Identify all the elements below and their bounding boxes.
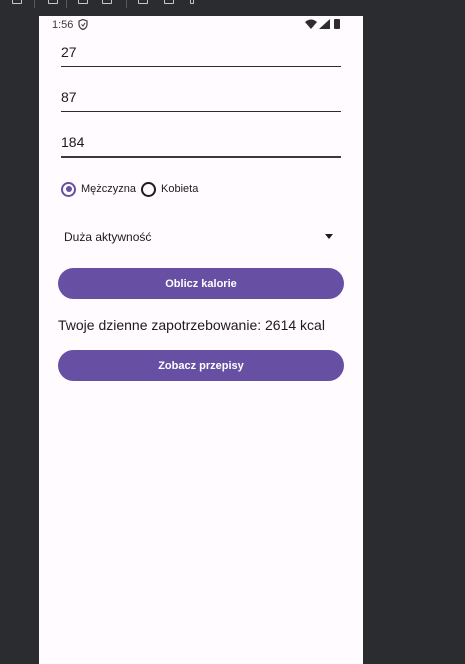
emulator-toolbar (0, 0, 465, 10)
age-input[interactable] (61, 44, 341, 60)
toolbar-divider (66, 0, 67, 8)
gender-radio-group: Mężczyzna Kobieta (61, 180, 203, 198)
device-icon[interactable] (164, 0, 174, 4)
record-icon[interactable] (102, 0, 112, 4)
radio-female-label[interactable]: Kobieta (161, 183, 198, 195)
more-icon[interactable] (190, 0, 194, 4)
toolbar-divider (126, 0, 127, 8)
height-field[interactable] (61, 130, 341, 158)
screenshot-icon[interactable] (78, 0, 88, 4)
wifi-icon (305, 19, 317, 29)
radio-male-label[interactable]: Mężczyzna (81, 183, 136, 195)
dropdown-arrow-icon (325, 234, 333, 239)
recipes-button[interactable]: Zobacz przepisy (58, 350, 344, 381)
info-icon[interactable] (138, 0, 148, 4)
calculate-button[interactable]: Oblicz kalorie (58, 268, 344, 299)
age-field[interactable] (61, 40, 341, 67)
radio-male[interactable] (61, 181, 76, 197)
activity-selected: Duża aktywność (64, 230, 152, 244)
activity-dropdown[interactable]: Duża aktywność (61, 226, 337, 248)
status-bar: 1:56 (39, 16, 363, 34)
signal-icon (319, 19, 330, 29)
status-time: 1:56 (52, 19, 74, 31)
toolbar-icon[interactable] (48, 0, 58, 4)
weight-input[interactable] (61, 89, 341, 105)
weight-field[interactable] (61, 85, 341, 112)
toolbar-divider (34, 0, 35, 8)
shield-icon (78, 19, 88, 30)
phone-screen: 1:56 Mężczyzna Kobieta Duża aktywność Ob… (39, 16, 363, 664)
battery-icon (334, 19, 340, 29)
toolbar-icon[interactable] (12, 0, 22, 4)
height-input[interactable] (61, 134, 341, 150)
result-text: Twoje dzienne zapotrzebowanie: 2614 kcal (58, 317, 325, 333)
radio-female[interactable] (141, 181, 157, 197)
